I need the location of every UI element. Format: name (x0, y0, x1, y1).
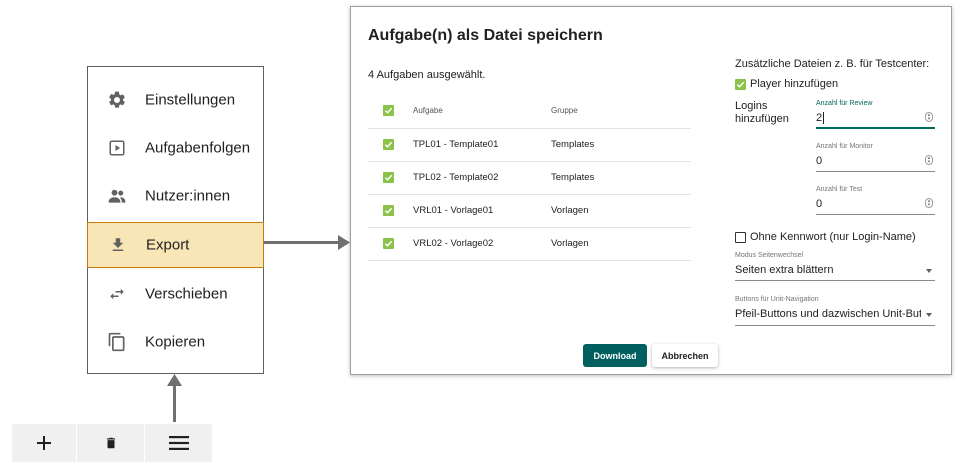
checkmark-icon (384, 174, 393, 181)
delete-button[interactable] (77, 424, 144, 462)
cell-aufgabe: VRL02 - Vorlage02 (413, 238, 494, 249)
plus-icon (37, 436, 51, 450)
page-mode-underline (735, 280, 935, 281)
menu-button[interactable] (145, 424, 212, 462)
trash-icon (106, 437, 115, 449)
player-checkbox-label: Player hinzufügen (750, 78, 839, 90)
menu-item-label: Verschieben (145, 285, 228, 303)
cell-gruppe: Vorlagen (551, 205, 589, 216)
extra-files-heading: Zusätzliche Dateien z. B. für Testcenter… (735, 58, 930, 70)
select-all-checkbox[interactable] (383, 105, 394, 116)
row-checkbox[interactable] (383, 238, 394, 249)
monitor-count-input[interactable]: 0 (816, 155, 822, 167)
checkmark-icon (384, 107, 393, 114)
arrow-head-right-icon (338, 235, 350, 250)
row-divider (368, 128, 691, 129)
cell-aufgabe: TPL01 - Template01 (413, 139, 499, 150)
review-count-label: Anzahl für Review (816, 100, 873, 107)
context-menu: Einstellungen Aufgabenfolgen Nutzer:inne… (87, 66, 264, 374)
row-checkbox[interactable] (383, 139, 394, 150)
review-count-underline (816, 127, 935, 129)
menu-item-aufgabenfolgen[interactable]: Aufgabenfolgen (88, 125, 263, 171)
row-checkbox[interactable] (383, 205, 394, 216)
add-button[interactable] (12, 424, 76, 462)
arrow-head-up-icon (167, 374, 182, 386)
menu-item-export[interactable]: Export (87, 222, 264, 268)
text-cursor (823, 112, 824, 124)
stepper-icon[interactable]: ▴ ▾ (925, 155, 933, 165)
play-box-icon (106, 137, 128, 159)
download-icon (107, 234, 129, 256)
copy-icon (106, 331, 128, 353)
download-button[interactable]: Download (583, 344, 647, 367)
checkmark-icon (384, 141, 393, 148)
checkmark-icon (384, 207, 393, 214)
menu-item-label: Kopieren (145, 333, 206, 351)
row-divider (368, 194, 691, 195)
cancel-button[interactable]: Abbrechen (652, 344, 718, 367)
player-checkbox[interactable] (735, 79, 746, 90)
no-password-checkbox[interactable] (735, 232, 746, 243)
row-checkbox[interactable] (383, 172, 394, 183)
stepper-icon[interactable]: ▴ ▾ (925, 112, 933, 122)
cell-gruppe: Templates (551, 172, 595, 183)
menu-item-label: Aufgabenfolgen (145, 139, 251, 157)
move-arrows-icon (106, 283, 128, 305)
connector-arrow-horizontal (264, 241, 342, 244)
users-icon (106, 185, 128, 207)
stepper-icon[interactable]: ▴ ▾ (925, 198, 933, 208)
hamburger-menu-icon (168, 436, 189, 450)
checkmark-icon (736, 81, 745, 88)
nav-buttons-label: Buttons für Unit-Navigation (735, 296, 819, 303)
review-count-input[interactable]: 2 (816, 112, 822, 124)
menu-item-nutzerinnen[interactable]: Nutzer:innen (88, 173, 263, 219)
monitor-count-label: Anzahl für Monitor (816, 143, 873, 150)
connector-arrow-vertical (173, 384, 176, 422)
export-dialog: Aufgabe(n) als Datei speichern 4 Aufgabe… (350, 6, 952, 375)
column-header-aufgabe[interactable]: Aufgabe (413, 106, 443, 115)
page-mode-label: Modus Seitenwechsel (735, 252, 804, 259)
test-count-label: Anzahl für Test (816, 186, 863, 193)
menu-item-label: Einstellungen (145, 91, 236, 109)
test-count-underline (816, 214, 935, 215)
dialog-title: Aufgabe(n) als Datei speichern (368, 27, 603, 44)
chevron-down-icon (926, 269, 932, 273)
cell-aufgabe: TPL02 - Template02 (413, 172, 499, 183)
menu-item-label: Nutzer:innen (145, 187, 231, 205)
nav-buttons-underline (735, 325, 935, 326)
cell-gruppe: Vorlagen (551, 238, 589, 249)
row-divider (368, 161, 691, 162)
row-divider (368, 260, 691, 261)
logins-label: Logins (735, 100, 768, 112)
menu-item-einstellungen[interactable]: Einstellungen (88, 77, 263, 123)
menu-item-label: Export (146, 236, 190, 254)
cell-gruppe: Templates (551, 139, 595, 150)
nav-buttons-value[interactable]: Pfeil-Buttons und dazwischen Unit-But… (735, 308, 921, 320)
cell-aufgabe: VRL01 - Vorlage01 (413, 205, 494, 216)
row-divider (368, 227, 691, 228)
selected-count-text: 4 Aufgaben ausgewählt. (368, 69, 486, 81)
logins-label-2: hinzufügen (735, 113, 789, 125)
chevron-down-icon (926, 313, 932, 317)
menu-item-verschieben[interactable]: Verschieben (88, 271, 263, 317)
column-header-gruppe[interactable]: Gruppe (551, 106, 578, 115)
checkmark-icon (384, 240, 393, 247)
test-count-input[interactable]: 0 (816, 198, 822, 210)
bottom-toolbar (12, 424, 212, 462)
monitor-count-underline (816, 171, 935, 172)
menu-item-kopieren[interactable]: Kopieren (88, 319, 263, 365)
gear-icon (106, 89, 128, 111)
page-mode-value[interactable]: Seiten extra blättern (735, 264, 833, 276)
no-password-label: Ohne Kennwort (nur Login-Name) (750, 231, 916, 243)
